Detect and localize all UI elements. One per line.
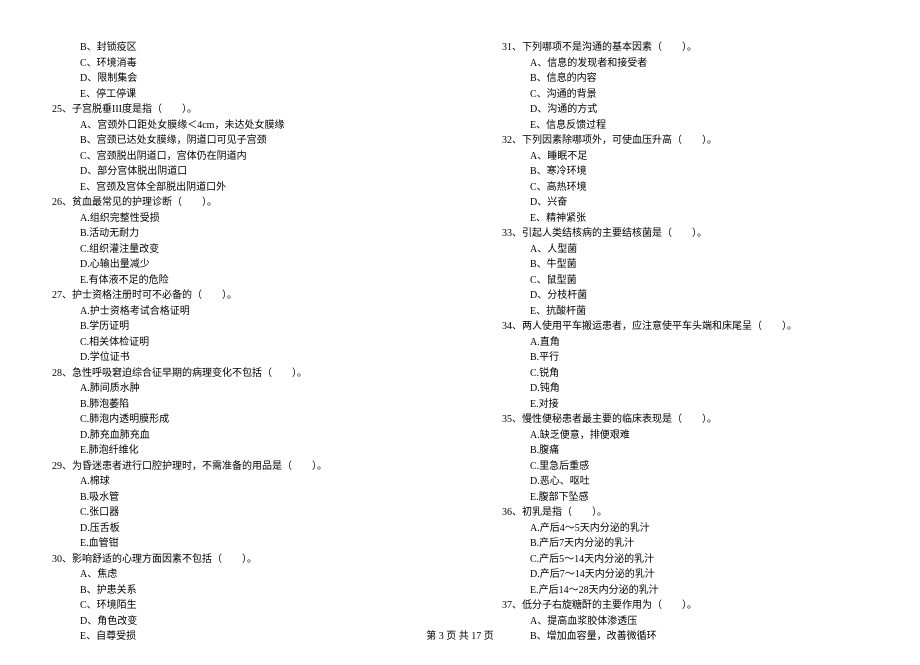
q30-option: C、环境陌生 bbox=[40, 598, 430, 614]
q30-option: A、焦虑 bbox=[40, 567, 430, 583]
q31-option: C、沟通的背景 bbox=[490, 87, 880, 103]
q33-option: B、牛型菌 bbox=[490, 257, 880, 273]
q27-option: A.护士资格考试合格证明 bbox=[40, 304, 430, 320]
q28-option: E.肺泡纤维化 bbox=[40, 443, 430, 459]
q36-option: B.产后7天内分泌的乳汁 bbox=[490, 536, 880, 552]
q33-option: D、分枝杆菌 bbox=[490, 288, 880, 304]
q25-text: 25、子宫脱垂III度是指（ ）。 bbox=[40, 102, 430, 118]
q27-option: B.学历证明 bbox=[40, 319, 430, 335]
q35-option: B.腹痛 bbox=[490, 443, 880, 459]
q30-option: B、护患关系 bbox=[40, 583, 430, 599]
q32-option: D、兴奋 bbox=[490, 195, 880, 211]
q34-option: D.钝角 bbox=[490, 381, 880, 397]
q32-option: B、寒冷环境 bbox=[490, 164, 880, 180]
q35-text: 35、慢性便秘患者最主要的临床表现是（ ）。 bbox=[490, 412, 880, 428]
q34-option: E.对接 bbox=[490, 397, 880, 413]
q37-text: 37、低分子右旋糖酐的主要作用为（ ）。 bbox=[490, 598, 880, 614]
q25-option: E、宫颈及宫体全部脱出阴道口外 bbox=[40, 180, 430, 196]
q31-option: A、信息的发现者和接受者 bbox=[490, 56, 880, 72]
q36-option: A.产后4～5天内分泌的乳汁 bbox=[490, 521, 880, 537]
q27-text: 27、护士资格注册时可不必备的（ ）。 bbox=[40, 288, 430, 304]
q26-option: C.组织灌注量改变 bbox=[40, 242, 430, 258]
q26-option: D.心输出量减少 bbox=[40, 257, 430, 273]
q26-text: 26、贫血最常见的护理诊断（ ）。 bbox=[40, 195, 430, 211]
q35-option: C.里急后重感 bbox=[490, 459, 880, 475]
q24-option: B、封锁疫区 bbox=[40, 40, 430, 56]
q33-option: A、人型菌 bbox=[490, 242, 880, 258]
q32-text: 32、下列因素除哪项外，可使血压升高（ ）。 bbox=[490, 133, 880, 149]
q31-option: B、信息的内容 bbox=[490, 71, 880, 87]
page-body: B、封锁疫区 C、环境消毒 D、限制集会 E、停工停课 25、子宫脱垂III度是… bbox=[0, 0, 920, 665]
q28-option: B.肺泡萎陷 bbox=[40, 397, 430, 413]
q34-option: B.平行 bbox=[490, 350, 880, 366]
q35-option: D.恶心、呕吐 bbox=[490, 474, 880, 490]
q25-option: C、宫颈脱出阴道口，宫体仍在阴道内 bbox=[40, 149, 430, 165]
q27-option: D.学位证书 bbox=[40, 350, 430, 366]
q36-option: D.产后7～14天内分泌的乳汁 bbox=[490, 567, 880, 583]
q29-option: A.棉球 bbox=[40, 474, 430, 490]
q32-option: C、高热环境 bbox=[490, 180, 880, 196]
q31-text: 31、下列哪项不是沟通的基本因素（ ）。 bbox=[490, 40, 880, 56]
q24-option: C、环境消毒 bbox=[40, 56, 430, 72]
q26-option: E.有体液不足的危险 bbox=[40, 273, 430, 289]
q28-text: 28、急性呼吸窘迫综合征早期的病理变化不包括（ ）。 bbox=[40, 366, 430, 382]
q29-option: D.压舌板 bbox=[40, 521, 430, 537]
q29-text: 29、为昏迷患者进行口腔护理时，不需准备的用品是（ ）。 bbox=[40, 459, 430, 475]
left-column: B、封锁疫区 C、环境消毒 D、限制集会 E、停工停课 25、子宫脱垂III度是… bbox=[40, 40, 430, 645]
q36-option: C.产后5～14天内分泌的乳汁 bbox=[490, 552, 880, 568]
q30-text: 30、影响舒适的心理方面因素不包括（ ）。 bbox=[40, 552, 430, 568]
q28-option: D.肺充血肺充血 bbox=[40, 428, 430, 444]
q29-option: B.吸水管 bbox=[40, 490, 430, 506]
q34-option: C.锐角 bbox=[490, 366, 880, 382]
q31-option: E、信息反馈过程 bbox=[490, 118, 880, 134]
q33-option: E、抗酸杆菌 bbox=[490, 304, 880, 320]
q33-text: 33、引起人类结核病的主要结核菌是（ ）。 bbox=[490, 226, 880, 242]
q29-option: C.张口器 bbox=[40, 505, 430, 521]
q34-text: 34、两人使用平车搬运患者，应注意使平车头端和床尾呈（ ）。 bbox=[490, 319, 880, 335]
q25-option: A、宫颈外口距处女膜缘＜4cm，未达处女膜缘 bbox=[40, 118, 430, 134]
q34-option: A.直角 bbox=[490, 335, 880, 351]
q26-option: B.活动无耐力 bbox=[40, 226, 430, 242]
q28-option: A.肺间质水肿 bbox=[40, 381, 430, 397]
q24-option: D、限制集会 bbox=[40, 71, 430, 87]
q25-option: D、部分宫体脱出阴道口 bbox=[40, 164, 430, 180]
q36-option: E.产后14～28天内分泌的乳汁 bbox=[490, 583, 880, 599]
page-footer: 第 3 页 共 17 页 bbox=[0, 627, 920, 642]
q31-option: D、沟通的方式 bbox=[490, 102, 880, 118]
q36-text: 36、初乳是指（ ）。 bbox=[490, 505, 880, 521]
q32-option: A、睡眠不足 bbox=[490, 149, 880, 165]
q29-option: E.血管钳 bbox=[40, 536, 430, 552]
q35-option: A.缺乏便意，排便艰难 bbox=[490, 428, 880, 444]
q35-option: E.腹部下坠感 bbox=[490, 490, 880, 506]
q32-option: E、精神紧张 bbox=[490, 211, 880, 227]
q28-option: C.肺泡内透明膜形成 bbox=[40, 412, 430, 428]
q27-option: C.相关体检证明 bbox=[40, 335, 430, 351]
right-column: 31、下列哪项不是沟通的基本因素（ ）。 A、信息的发现者和接受者 B、信息的内… bbox=[490, 40, 880, 645]
q33-option: C、鼠型菌 bbox=[490, 273, 880, 289]
q26-option: A.组织完整性受损 bbox=[40, 211, 430, 227]
q24-option: E、停工停课 bbox=[40, 87, 430, 103]
q25-option: B、宫颈已达处女膜缘，阴道口可见子宫颈 bbox=[40, 133, 430, 149]
